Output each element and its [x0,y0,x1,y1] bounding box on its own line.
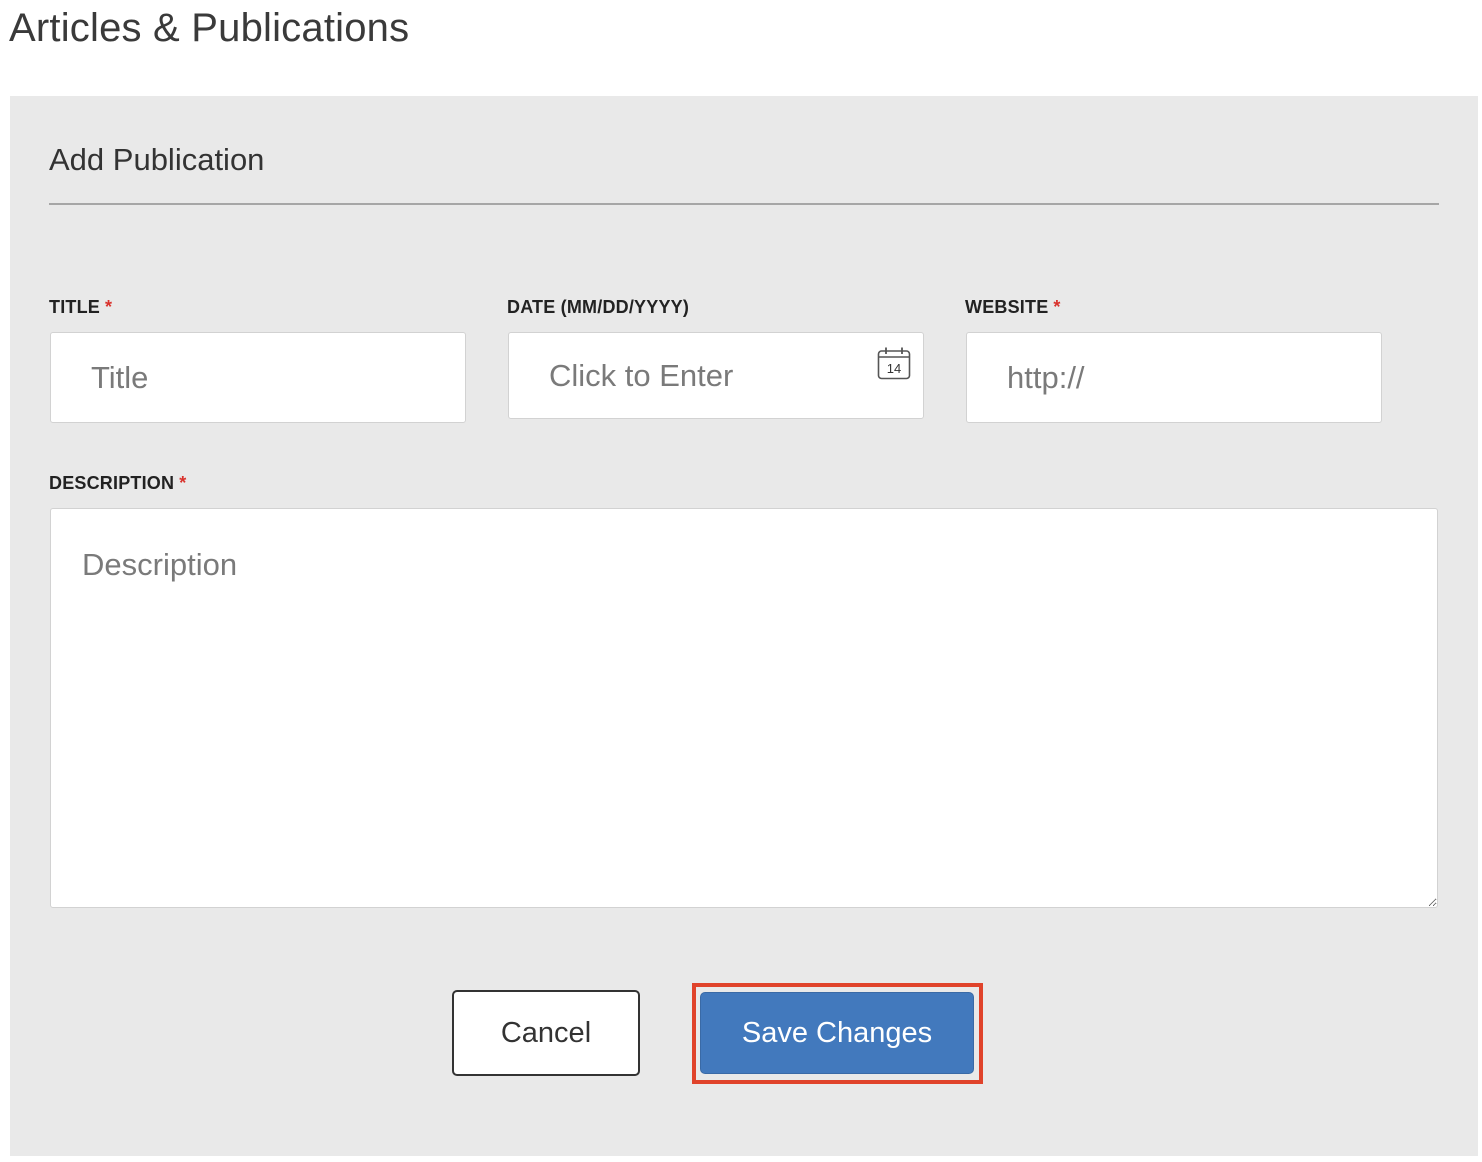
add-publication-panel: Add Publication TITLE* DATE (MM/DD/YYYY)… [10,96,1478,1156]
title-label: TITLE * [49,297,112,318]
description-label: DESCRIPTION * [49,473,186,494]
website-label-text: WEBSITE [965,297,1049,317]
description-textarea[interactable] [50,508,1438,908]
save-changes-button[interactable]: Save Changes [700,992,974,1074]
required-asterisk: * [105,297,113,317]
date-input[interactable] [508,332,924,419]
page-title: Articles & Publications [9,6,410,50]
title-label-text: TITLE [49,297,100,317]
cancel-button[interactable]: Cancel [452,990,640,1076]
calendar-icon[interactable]: 14 [877,346,911,380]
required-asterisk: * [179,473,187,493]
form-heading: Add Publication [49,142,265,177]
description-label-text: DESCRIPTION [49,473,175,493]
date-label: DATE (MM/DD/YYYY) [507,297,690,317]
website-input[interactable] [966,332,1382,423]
website-label: WEBSITE * [965,297,1061,318]
heading-divider [49,203,1439,205]
title-input[interactable] [50,332,466,423]
required-asterisk: * [1053,297,1061,317]
calendar-day-number: 14 [887,361,901,376]
